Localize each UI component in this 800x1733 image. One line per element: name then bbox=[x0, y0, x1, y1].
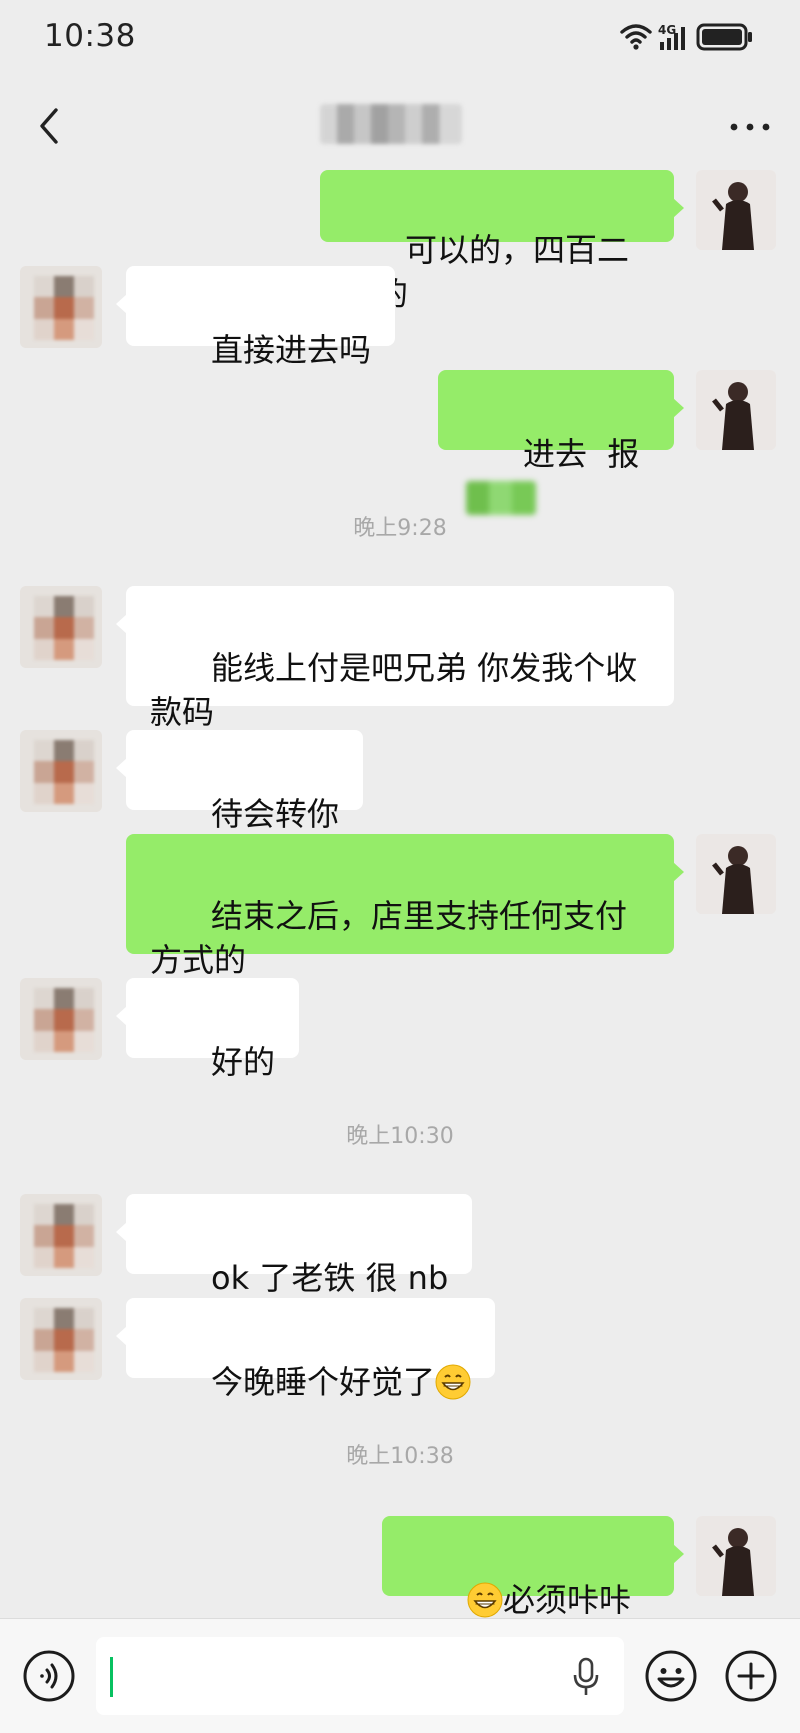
timestamp-label: 晚上10:30 bbox=[346, 1124, 454, 1149]
text-cursor bbox=[110, 1657, 113, 1697]
incoming-message-bubble[interactable]: ok 了老铁 很 nb bbox=[115, 1194, 473, 1297]
message-row: 结束之后，店里支持任何支付方式的 bbox=[0, 834, 800, 979]
my-avatar[interactable] bbox=[696, 170, 776, 250]
message-text: 好的 bbox=[211, 1043, 276, 1081]
message-row: 能线上付是吧兄弟 你发我个收款码 bbox=[0, 586, 800, 731]
voice-mode-button[interactable] bbox=[22, 1649, 76, 1703]
message-text: 能线上付是吧兄弟 你发我个收款码 bbox=[150, 649, 638, 731]
message-text: 待会转你 bbox=[211, 795, 340, 833]
incoming-message-bubble[interactable]: 待会转你 bbox=[115, 730, 364, 833]
message-row: 待会转你 bbox=[0, 730, 800, 833]
chat-screen: 10:38 4G 可以的，四百二 直接进去吗 进去 报 晚上9:28 能线上付是… bbox=[0, 0, 800, 1733]
timestamp-label: 晚上10:38 bbox=[346, 1444, 454, 1469]
incoming-message-bubble[interactable]: 能线上付是吧兄弟 你发我个收款码 bbox=[116, 586, 674, 731]
message-row: 今晚睡个好觉了 bbox=[0, 1298, 800, 1401]
my-avatar[interactable] bbox=[696, 370, 776, 450]
chevron-left-icon bbox=[40, 108, 58, 144]
contact-name-redacted bbox=[320, 104, 462, 144]
contact-avatar[interactable] bbox=[20, 1298, 102, 1380]
status-bar: 10:38 4G bbox=[0, 0, 800, 80]
network-type-label: 4G bbox=[658, 23, 676, 37]
outgoing-message-bubble[interactable]: 进去 报 bbox=[438, 370, 684, 515]
contact-avatar[interactable] bbox=[20, 586, 102, 668]
more-options-button[interactable] bbox=[720, 102, 780, 152]
grinning-face-emoji-icon bbox=[467, 1582, 503, 1618]
cellular-signal-icon: 4G bbox=[658, 23, 685, 50]
outgoing-message-bubble[interactable]: 必须咔咔到位 bbox=[382, 1516, 684, 1663]
my-avatar[interactable] bbox=[696, 1516, 776, 1596]
message-row: 直接进去吗 bbox=[0, 266, 800, 369]
incoming-message-bubble[interactable]: 今晚睡个好觉了 bbox=[115, 1298, 496, 1401]
contact-avatar[interactable] bbox=[20, 730, 102, 812]
incoming-message-bubble[interactable]: 直接进去吗 bbox=[115, 266, 396, 369]
outgoing-message-bubble[interactable]: 可以的，四百二对的 bbox=[320, 170, 684, 313]
chat-header bbox=[0, 80, 800, 172]
timestamp-label: 晚上9:28 bbox=[353, 516, 447, 541]
contact-avatar[interactable] bbox=[20, 266, 102, 348]
message-row: 必须咔咔到位 bbox=[0, 1516, 800, 1663]
message-row: 可以的，四百二对的 bbox=[0, 170, 800, 313]
battery-icon bbox=[696, 23, 752, 51]
message-text: 进去 报 bbox=[523, 435, 640, 473]
more-dots-icon bbox=[730, 123, 770, 131]
back-button[interactable] bbox=[24, 98, 84, 154]
wifi-icon bbox=[620, 24, 652, 44]
microphone-icon[interactable] bbox=[570, 1657, 602, 1697]
message-text: 结束之后，店里支持任何支付方式的 bbox=[150, 897, 628, 979]
message-text: 今晚睡个好觉了 bbox=[211, 1363, 436, 1401]
message-input[interactable] bbox=[96, 1637, 624, 1715]
message-text: ok 了老铁 很 nb bbox=[211, 1259, 449, 1297]
plus-icon bbox=[737, 1662, 765, 1690]
emoji-button[interactable] bbox=[644, 1649, 698, 1703]
incoming-message-bubble[interactable]: 好的 bbox=[115, 978, 300, 1081]
message-input-bar bbox=[0, 1618, 800, 1733]
more-functions-button[interactable] bbox=[724, 1649, 778, 1703]
contact-avatar[interactable] bbox=[20, 1194, 102, 1276]
voice-wave-icon bbox=[40, 1663, 58, 1689]
message-row: ok 了老铁 很 nb bbox=[0, 1194, 800, 1297]
grinning-face-emoji-icon bbox=[435, 1364, 471, 1400]
status-icons: 4G bbox=[620, 23, 752, 51]
message-row: 进去 报 bbox=[0, 370, 800, 515]
status-time: 10:38 bbox=[44, 18, 136, 54]
message-text: 直接进去吗 bbox=[211, 331, 372, 369]
message-row: 好的 bbox=[0, 978, 800, 1081]
my-avatar[interactable] bbox=[696, 834, 776, 914]
outgoing-message-bubble[interactable]: 结束之后，店里支持任何支付方式的 bbox=[126, 834, 684, 979]
smiley-icon bbox=[657, 1668, 685, 1688]
contact-avatar[interactable] bbox=[20, 978, 102, 1060]
